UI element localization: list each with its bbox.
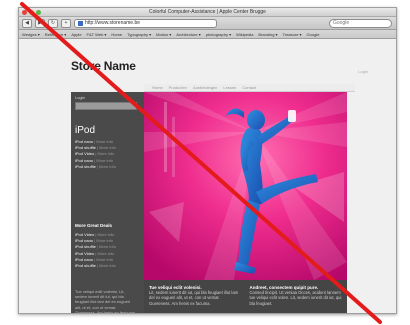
bookmark-item[interactable]: Wedges ▾ bbox=[22, 32, 40, 37]
login-input[interactable] bbox=[75, 102, 137, 110]
bookmarks-bar: Wedges ▾ Reference ▾ Apple F&T Web ▾ Hom… bbox=[19, 30, 396, 39]
web-page: Store Name Login Home Producten Aanbiedi… bbox=[19, 39, 396, 313]
info-column-text: Lit, sedem iunerit dit iut, qui bla feug… bbox=[149, 290, 239, 306]
address-bar[interactable]: http://www.storename.be bbox=[74, 18, 217, 28]
bookmark-item[interactable]: Apple bbox=[71, 32, 81, 37]
search-placeholder: Google bbox=[333, 20, 350, 26]
bottom-info-panel: Tue veliqui eclit volenisi. Lit, sedem i… bbox=[144, 280, 347, 313]
bookmark-item[interactable]: Typography ▾ bbox=[127, 32, 151, 37]
main-navigation: Home Producten Aanbiedingen Lessen Conta… bbox=[144, 84, 355, 92]
ipod-list: iPod nano | More info iPod shuffle | Mor… bbox=[75, 139, 116, 170]
nav-item[interactable]: Contact bbox=[242, 85, 256, 90]
bookmark-item[interactable]: Branding ▾ bbox=[258, 32, 277, 37]
store-name-logo[interactable]: Store Name bbox=[71, 59, 136, 73]
info-column-text: Consed tincipit. Ut veniaa Occes, acidun… bbox=[249, 290, 342, 306]
window-title: Colorful Computer-Assistance | Apple Cen… bbox=[149, 9, 266, 15]
sidebar: Login iPod iPod nano | More info iPod sh… bbox=[71, 92, 144, 314]
bookmark-item[interactable]: Home bbox=[111, 32, 122, 37]
add-bookmark-button[interactable]: + bbox=[61, 18, 71, 28]
list-item[interactable]: iPod shuffle | More info bbox=[75, 164, 116, 170]
browser-toolbar: ◀ ▶ ↻ + http://www.storename.be Google bbox=[19, 17, 396, 30]
url-text: http://www.storename.be bbox=[85, 19, 141, 26]
zoom-window-button[interactable] bbox=[36, 9, 41, 15]
deals-list: iPod Video | More info iPod nano | More … bbox=[75, 232, 116, 269]
hero-image bbox=[144, 92, 347, 280]
forward-button[interactable]: ▶ bbox=[35, 18, 45, 28]
deals-title: More Great Deals bbox=[75, 223, 113, 228]
nav-item[interactable]: Aanbiedingen bbox=[193, 85, 217, 90]
browser-window: Colorful Computer-Assistance | Apple Cen… bbox=[18, 7, 397, 314]
nav-item[interactable]: Lessen bbox=[223, 85, 236, 90]
reload-button[interactable]: ↻ bbox=[48, 18, 58, 28]
hero-banner[interactable] bbox=[144, 92, 347, 280]
minimize-window-button[interactable] bbox=[29, 9, 34, 15]
bookmark-item[interactable]: Reference ▾ bbox=[45, 32, 67, 37]
nav-item[interactable]: Home bbox=[152, 85, 163, 90]
info-column: Andreet, consectem quipit pure. Consed t… bbox=[250, 285, 343, 309]
top-login-link[interactable]: Login bbox=[358, 69, 368, 74]
bookmark-item[interactable]: Treasure ▾ bbox=[283, 32, 302, 37]
bookmark-item[interactable]: Wikipedia bbox=[236, 32, 253, 37]
favicon-icon bbox=[78, 20, 83, 26]
window-controls bbox=[22, 9, 41, 15]
close-window-button[interactable] bbox=[22, 9, 27, 15]
bookmark-item[interactable]: photography ▾ bbox=[206, 32, 231, 37]
back-button[interactable]: ◀ bbox=[22, 18, 32, 28]
bookmark-item[interactable]: Google bbox=[307, 32, 320, 37]
sidebar-paragraph: Tue veliqui eclit volenisi. Lit, sedem i… bbox=[75, 289, 136, 314]
bookmark-item[interactable]: Motion ▾ bbox=[156, 32, 171, 37]
search-field[interactable]: Google bbox=[329, 19, 392, 28]
bookmark-item[interactable]: Architecture ▾ bbox=[176, 32, 200, 37]
list-item[interactable]: iPod shuffle | More info bbox=[75, 263, 116, 269]
bookmark-item[interactable]: F&T Web ▾ bbox=[87, 32, 107, 37]
sidebar-login-label: Login bbox=[75, 95, 85, 100]
nav-item[interactable]: Producten bbox=[169, 85, 187, 90]
info-column: Tue veliqui eclit volenisi. Lit, sedem i… bbox=[149, 285, 242, 309]
sidebar-section-title: iPod bbox=[75, 125, 96, 136]
title-bar: Colorful Computer-Assistance | Apple Cen… bbox=[19, 8, 396, 17]
